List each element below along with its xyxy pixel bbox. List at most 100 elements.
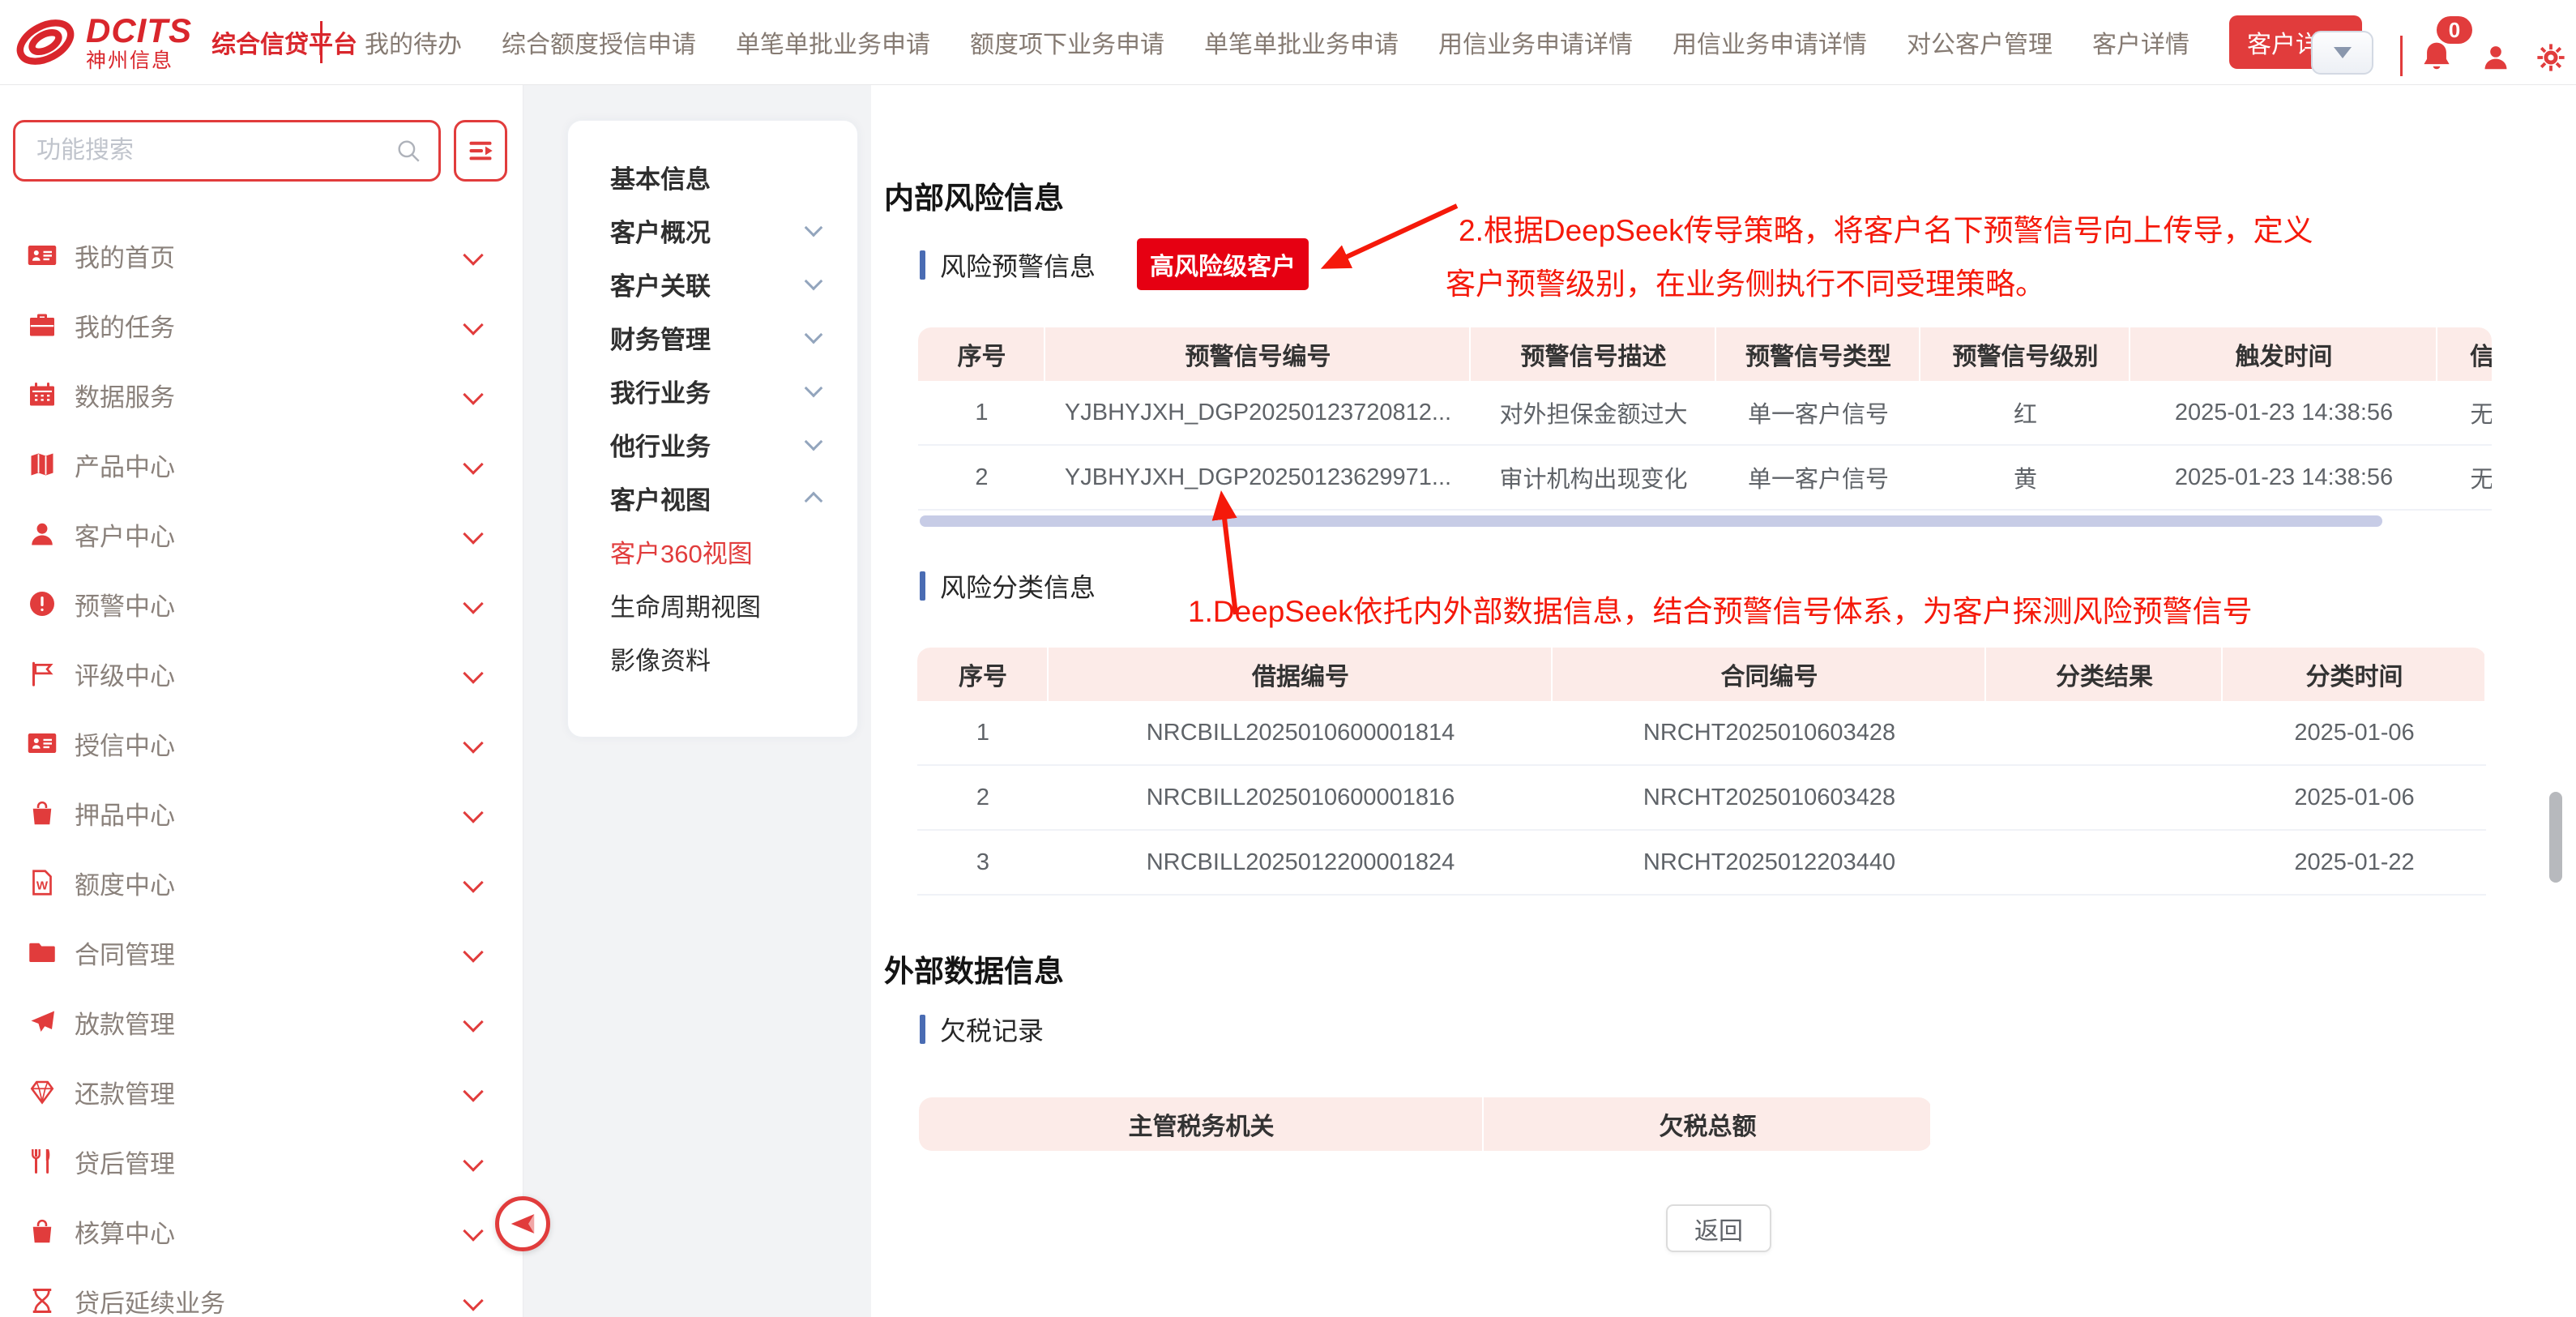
function-search-box[interactable]	[13, 120, 441, 182]
sidebar-collapse-button[interactable]	[495, 1196, 550, 1251]
subnav-item-our-bank-business[interactable]: 我行业务	[568, 364, 857, 417]
sidebar-item-评级中心[interactable]: 评级中心	[0, 639, 523, 708]
annotation-arrow-to-table	[1199, 483, 1256, 629]
table-row[interactable]: 2NRCBILL2025010600001816NRCHT20250106034…	[917, 766, 2486, 831]
chevron-down-icon	[463, 1011, 483, 1032]
menu-arrow-icon	[466, 136, 495, 165]
sidebar-item-合同管理[interactable]: 合同管理	[0, 917, 523, 987]
table-cell: 2	[917, 766, 1049, 829]
sidebar-item-我的首页[interactable]: 我的首页	[0, 220, 523, 290]
nav-item-quota-business[interactable]: 额度项下业务申请	[970, 24, 1164, 60]
sidebar-item-贷后延续业务[interactable]: 贷后延续业务	[0, 1266, 523, 1317]
high-risk-customer-badge: 高风险级客户	[1137, 238, 1309, 290]
nav-item-my-todo[interactable]: 我的待办	[365, 24, 462, 60]
chevron-down-icon	[463, 802, 483, 823]
subnav-item-customer-relation[interactable]: 客户关联	[568, 257, 857, 310]
sidebar-item-预警中心[interactable]: 预警中心	[0, 569, 523, 639]
subnav-label: 财务管理	[610, 319, 807, 356]
table-cell: 1	[917, 701, 1049, 764]
subnav-label: 我行业务	[610, 373, 807, 409]
table-cell: 2025-01-06	[2223, 766, 2486, 829]
subnav-item-customer-overview[interactable]: 客户概况	[568, 203, 857, 257]
table-horizontal-scrollbar[interactable]	[920, 515, 2382, 527]
tab-overflow-dropdown[interactable]	[2311, 31, 2373, 75]
sidebar-item-额度中心[interactable]: 额度中心	[0, 848, 523, 917]
chevron-down-icon	[463, 384, 483, 404]
table-row[interactable]: 3NRCBILL2025012200001824NRCHT20250122034…	[917, 831, 2486, 896]
sidebar-item-产品中心[interactable]: 产品中心	[0, 430, 523, 499]
table-row[interactable]: 1YJBHYJXH_DGP20250123720812...对外担保金额过大单一…	[918, 381, 2492, 446]
table-cell: 3	[917, 831, 1049, 894]
column-header: 预警信号编号	[1045, 327, 1471, 381]
internal-risk-title: 内部风险信息	[884, 173, 1064, 217]
subnav-item-image-materials[interactable]: 影像资料	[568, 631, 857, 685]
bag-icon	[28, 798, 57, 827]
chevron-down-icon	[463, 245, 483, 265]
nav-item-single-batch-2[interactable]: 单笔单批业务申请	[1204, 24, 1399, 60]
table-row[interactable]: 2YJBHYJXH_DGP20250123629971...审计机构出现变化单一…	[918, 446, 2492, 511]
chevron-down-icon	[805, 272, 823, 291]
sidebar-item-数据服务[interactable]: 数据服务	[0, 360, 523, 430]
subnav-child-label: 影像资料	[610, 640, 711, 677]
chevron-down-icon	[463, 942, 483, 962]
search-input[interactable]	[35, 136, 395, 165]
idcard-icon	[28, 729, 57, 758]
back-button[interactable]: 返回	[1666, 1204, 1771, 1252]
subnav-item-customer-360-view[interactable]: 客户360视图	[568, 524, 857, 578]
nav-item-loan-detail-1[interactable]: 用信业务申请详情	[1438, 24, 1633, 60]
app-window: DCITS 神州信息 综合信贷平台 我的待办 综合额度授信申请 单笔单批业务申请…	[0, 0, 2576, 1317]
table-row[interactable]: 1NRCBILL2025010600001814NRCHT20250106034…	[917, 701, 2486, 766]
nav-item-credit-apply[interactable]: 综合额度授信申请	[502, 24, 696, 60]
subnav-item-lifecycle-view[interactable]: 生命周期视图	[568, 578, 857, 631]
idcard-icon	[28, 241, 57, 270]
sidebar-item-核算中心[interactable]: 核算中心	[0, 1196, 523, 1266]
sidebar-item-label: 数据服务	[75, 377, 466, 413]
nav-item-loan-detail-2[interactable]: 用信业务申请详情	[1672, 24, 1867, 60]
sidebar-item-押品中心[interactable]: 押品中心	[0, 778, 523, 848]
table-cell: 2025-01-23 14:38:56	[2130, 381, 2437, 444]
page-vertical-scrollbar[interactable]	[2549, 792, 2562, 883]
sidebar-item-授信中心[interactable]: 授信中心	[0, 708, 523, 778]
table-cell: 红	[1920, 381, 2130, 444]
alert-icon	[28, 589, 57, 618]
bell-icon[interactable]	[2419, 39, 2454, 75]
annotation-note2-line2: 客户预警级别，在业务侧执行不同受理策略。	[1446, 259, 2045, 303]
sidebar-item-客户中心[interactable]: 客户中心	[0, 499, 523, 569]
sidebar-item-label: 核算中心	[75, 1213, 466, 1250]
sidebar-item-放款管理[interactable]: 放款管理	[0, 987, 523, 1057]
table-cell	[1986, 766, 2223, 829]
nav-item-corp-customer[interactable]: 对公客户管理	[1907, 24, 2053, 60]
calendar-icon	[28, 380, 57, 409]
table-cell: YJBHYJXH_DGP20250123720812...	[1045, 381, 1471, 444]
sidebar-item-label: 我的首页	[75, 237, 466, 274]
subnav-item-customer-view[interactable]: 客户视图	[568, 471, 857, 524]
sidebar-item-贷后管理[interactable]: 贷后管理	[0, 1127, 523, 1196]
sidebar-item-label: 我的任务	[75, 307, 466, 344]
sidebar-item-label: 贷后延续业务	[75, 1283, 466, 1317]
table-cell: 单一客户信号	[1716, 381, 1920, 444]
subnav-child-label: 客户360视图	[610, 533, 753, 570]
user-avatar-icon[interactable]	[2480, 42, 2511, 73]
subnav-item-finance-mgmt[interactable]: 财务管理	[568, 310, 857, 364]
logo-divider	[320, 21, 323, 63]
subnav-label: 客户概况	[610, 212, 807, 249]
brand-company: DCITS	[86, 14, 192, 48]
sidebar-item-还款管理[interactable]: 还款管理	[0, 1057, 523, 1127]
nav-item-customer-detail[interactable]: 客户详情	[2092, 24, 2189, 60]
gear-icon[interactable]	[2535, 42, 2566, 73]
sidebar-item-我的任务[interactable]: 我的任务	[0, 290, 523, 360]
nav-item-single-batch-1[interactable]: 单笔单批业务申请	[736, 24, 930, 60]
menu-toggle-button[interactable]	[454, 120, 507, 182]
table-header-row: 主管税务机关欠税总额	[919, 1097, 1932, 1151]
bag-icon	[28, 1217, 57, 1246]
table-cell: NRCHT2025010603428	[1553, 701, 1986, 764]
subnav-label: 客户视图	[610, 480, 807, 516]
subnav-item-basic-info[interactable]: 基本信息	[568, 150, 857, 203]
hourglass-icon	[28, 1286, 57, 1315]
sidebar-item-label: 产品中心	[75, 447, 466, 483]
sidebar-item-label: 合同管理	[75, 934, 466, 971]
subnav-item-other-bank-business[interactable]: 他行业务	[568, 417, 857, 471]
brand-logo: DCITS 神州信息 综合信贷平台	[11, 11, 357, 73]
table-cell: NRCBILL2025012200001824	[1049, 831, 1553, 894]
risk-class-section-header: 风险分类信息	[920, 567, 1096, 605]
